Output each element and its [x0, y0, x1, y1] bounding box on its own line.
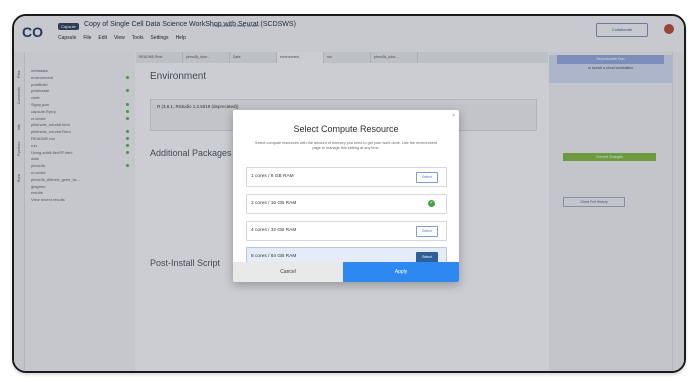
modal-description: Select compute resources with the amount…: [254, 141, 438, 150]
compute-option-label: 8 cores / 64 GB RAM: [251, 254, 297, 259]
select-compute-modal: × Select Compute Resource Select compute…: [233, 110, 459, 282]
compute-option-label: 4 cores / 32 GB RAM: [251, 228, 297, 233]
select-button[interactable]: Select: [416, 226, 438, 237]
cancel-button[interactable]: Cancel: [233, 262, 343, 282]
compute-option-label: 1 cores / 8 GB RAM: [251, 174, 294, 179]
app-window: CO Capsule Copy of Single Cell Data Scie…: [12, 14, 686, 373]
apply-button[interactable]: Apply: [343, 262, 459, 282]
compute-option-4-cores[interactable]: 4 cores / 32 GB RAM Select: [246, 221, 447, 241]
compute-option-1-core[interactable]: 1 cores / 8 GB RAM Select: [246, 167, 447, 187]
compute-option-2-cores[interactable]: 2 cores / 16 GB RAM ✓: [246, 194, 447, 214]
select-button[interactable]: Select: [416, 172, 438, 183]
close-icon[interactable]: ×: [452, 113, 455, 119]
check-icon: ✓: [428, 200, 435, 207]
compute-option-label: 2 cores / 16 GB RAM: [251, 201, 297, 206]
modal-title: Select Compute Resource: [293, 124, 399, 134]
